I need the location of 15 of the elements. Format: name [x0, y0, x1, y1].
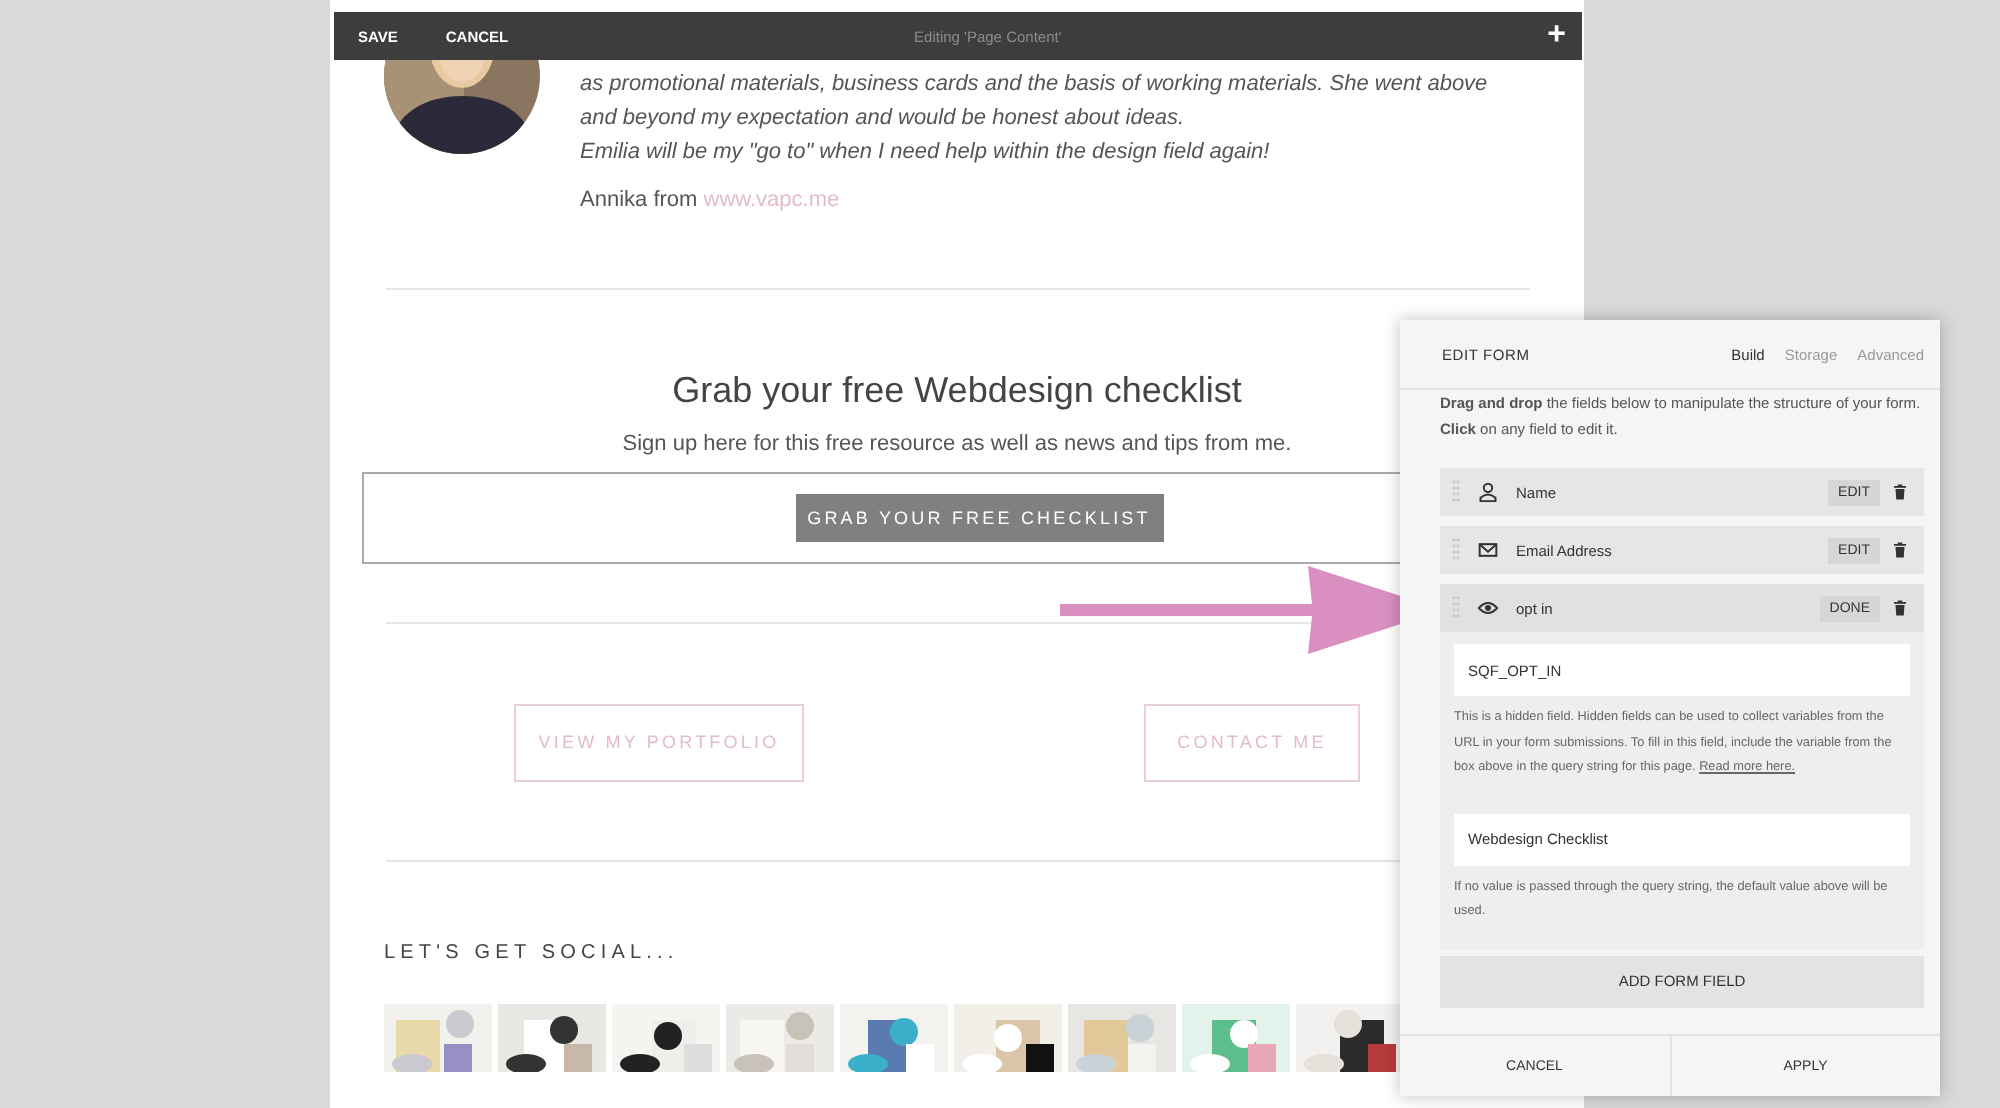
signature-text: Annika from [580, 188, 698, 212]
trash-icon[interactable] [1894, 600, 1906, 616]
eye-icon [1478, 598, 1498, 618]
trash-icon[interactable] [1894, 542, 1906, 558]
checklist-button[interactable]: GRAB YOUR FREE CHECKLIST [795, 494, 1163, 542]
quote-text: as promotional materials, business cards and the basis of working materials. She went above [580, 70, 1488, 100]
section-heading: Grab your free Webdesign checklist [672, 370, 1242, 412]
social-heading: LET'S GET SOCIAL... [384, 942, 681, 964]
trash-icon[interactable] [1894, 484, 1906, 500]
signup-text: Sign up here for this free resource as well as news and tips from me. [622, 432, 1292, 456]
envelope-icon [1478, 540, 1498, 560]
person-icon [1478, 482, 1498, 502]
quote-text: and beyond my expectation and would be honest about ideas. [580, 104, 1187, 134]
add-button[interactable]: + [1547, 20, 1566, 52]
quote-text: Emilia will be my "go to" when I need help within the design field again! [580, 138, 1272, 168]
